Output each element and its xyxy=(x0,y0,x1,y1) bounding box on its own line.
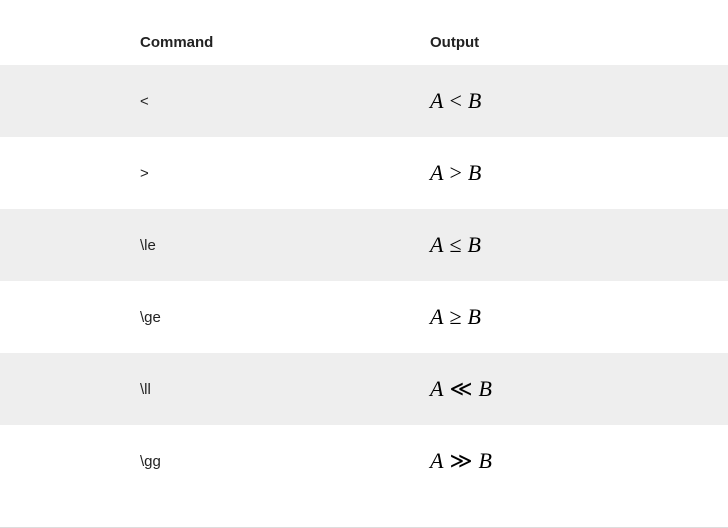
command-cell: < xyxy=(0,65,430,137)
output-right: B xyxy=(468,160,481,185)
table-row: \gg A≫B xyxy=(0,425,728,497)
output-left: A xyxy=(430,376,443,401)
output-left: A xyxy=(430,232,443,257)
command-cell: \le xyxy=(0,209,430,281)
command-cell: \ll xyxy=(0,353,430,425)
output-right: B xyxy=(468,232,481,257)
output-relation: ≥ xyxy=(443,304,467,330)
table-row: \ll A≪B xyxy=(0,353,728,425)
output-right: B xyxy=(478,376,491,401)
table-row: < A<B xyxy=(0,65,728,137)
output-left: A xyxy=(430,88,443,113)
output-right: B xyxy=(468,304,481,329)
output-relation: ≫ xyxy=(443,448,478,474)
command-cell: \ge xyxy=(0,281,430,353)
command-cell: \gg xyxy=(0,425,430,497)
output-right: B xyxy=(478,448,491,473)
command-cell: > xyxy=(0,137,430,209)
output-left: A xyxy=(430,448,443,473)
output-cell: A≤B xyxy=(430,209,728,281)
output-cell: A≪B xyxy=(430,353,728,425)
table-header-row: Command Output xyxy=(0,20,728,65)
output-left: A xyxy=(430,160,443,185)
output-left: A xyxy=(430,304,443,329)
table-row: \le A≤B xyxy=(0,209,728,281)
output-cell: A≫B xyxy=(430,425,728,497)
command-output-table: Command Output < A<B > A>B \le A≤B xyxy=(0,20,728,497)
output-cell: A>B xyxy=(430,137,728,209)
header-output: Output xyxy=(430,20,728,65)
output-relation: > xyxy=(443,160,467,186)
table-row: \ge A≥B xyxy=(0,281,728,353)
output-relation: ≤ xyxy=(443,232,467,258)
output-right: B xyxy=(468,88,481,113)
output-cell: A≥B xyxy=(430,281,728,353)
latex-relation-table: Command Output < A<B > A>B \le A≤B xyxy=(0,0,728,528)
output-relation: < xyxy=(443,88,467,114)
header-command: Command xyxy=(0,20,430,65)
output-relation: ≪ xyxy=(443,376,478,402)
table-row: > A>B xyxy=(0,137,728,209)
output-cell: A<B xyxy=(430,65,728,137)
